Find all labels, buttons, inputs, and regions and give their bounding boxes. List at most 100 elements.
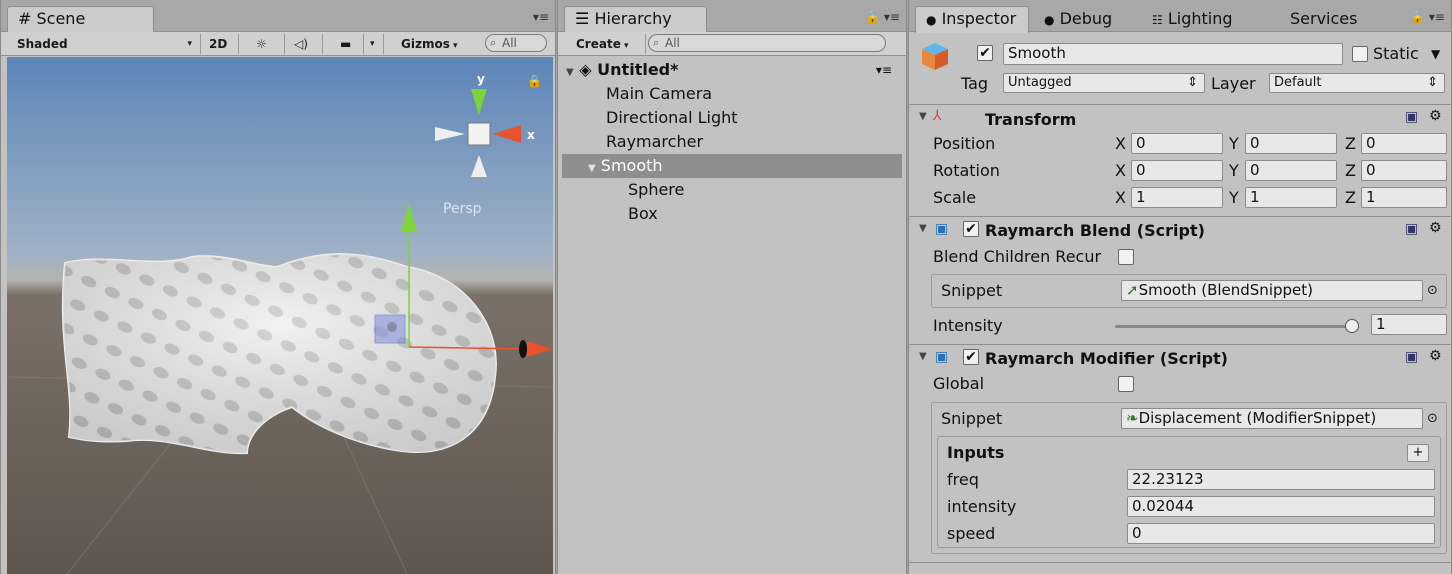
object-name-input[interactable]: Smooth: [1003, 43, 1343, 65]
intensity-label: Intensity: [933, 316, 1003, 335]
hierarchy-lock-menu-icon[interactable]: 🔒 ▾≡: [865, 10, 900, 24]
expand-arrow-icon: ▼: [588, 163, 596, 174]
position-x-field[interactable]: 0: [1131, 133, 1223, 154]
static-checkbox[interactable]: [1352, 46, 1368, 62]
hierarchy-item-main-camera[interactable]: Main Camera: [562, 82, 902, 106]
expand-arrow-icon: ▼: [566, 67, 574, 78]
help-icon[interactable]: ▣: [1405, 221, 1418, 237]
tab-scene[interactable]: # Scene: [7, 6, 154, 33]
modifier-enabled-checkbox[interactable]: ✔: [963, 349, 979, 365]
blend-children-checkbox[interactable]: [1118, 249, 1134, 265]
scene-search-input[interactable]: All: [485, 34, 547, 52]
rotation-z-field[interactable]: 0: [1361, 160, 1447, 181]
add-input-button[interactable]: +: [1407, 444, 1429, 462]
modifier-snippet-label: Snippet: [941, 409, 1003, 428]
info-icon: ●: [1044, 13, 1055, 27]
rotation-y-field[interactable]: 0: [1245, 160, 1337, 181]
intensity-slider-track[interactable]: [1115, 325, 1359, 328]
effects-toggle-icon[interactable]: ▬: [334, 34, 364, 54]
foldout-arrow-icon: ▼: [919, 111, 927, 122]
foldout-arrow-icon: ▼: [919, 351, 927, 362]
gameobject-cube-icon: [919, 40, 951, 72]
grid-icon: #: [18, 9, 32, 28]
inspector-lock-menu-icon[interactable]: 🔒 ▾≡: [1410, 10, 1445, 24]
position-label: Position: [933, 134, 996, 153]
input-value-intensity[interactable]: 0.02044: [1127, 496, 1435, 517]
raymarch-modifier-header[interactable]: ▼ ▣ ✔ Raymarch Modifier (Script) ▣ ⚙: [909, 344, 1451, 370]
gizmos-dropdown[interactable]: Gizmos ▾: [395, 34, 479, 54]
scale-y-field[interactable]: 1: [1245, 187, 1337, 208]
position-y-field[interactable]: 0: [1245, 133, 1337, 154]
scene-panel: # Scene ▾≡ Shaded ▾ 2D ☼ ◁) ▬ ▾ Gizmos ▾…: [0, 0, 556, 574]
inputs-label: Inputs: [947, 443, 1005, 462]
hierarchy-icon: ☰: [575, 9, 590, 28]
settings-gear-icon[interactable]: ⚙: [1429, 348, 1442, 364]
blend-enabled-checkbox[interactable]: ✔: [963, 221, 979, 237]
component-divider: [909, 562, 1451, 563]
hierarchy-item-box[interactable]: Box: [562, 202, 902, 226]
foldout-arrow-icon: ▼: [919, 223, 927, 234]
input-name: intensity: [947, 497, 1017, 516]
persp-label: Persp: [443, 201, 482, 217]
raymarch-blend-header[interactable]: ▼ ▣ ✔ Raymarch Blend (Script) ▣ ⚙: [909, 216, 1451, 242]
snippet-asset-icon: ❧: [1126, 409, 1139, 427]
scene-menu-icon[interactable]: ▾≡: [876, 58, 892, 82]
settings-gear-icon[interactable]: ⚙: [1429, 220, 1442, 236]
script-icon: ▣: [935, 221, 949, 237]
settings-gear-icon[interactable]: ⚙: [1429, 108, 1442, 124]
scene-toolbar: Shaded ▾ 2D ☼ ◁) ▬ ▾ Gizmos ▾ All: [1, 32, 555, 56]
static-label: Static: [1373, 44, 1419, 63]
mode-2d-button[interactable]: 2D: [203, 34, 239, 54]
scene-view-render: y x 🔒 Persp: [7, 72, 553, 574]
tab-hierarchy[interactable]: ☰ Hierarchy: [564, 6, 707, 33]
effects-dropdown-icon[interactable]: ▾: [364, 34, 384, 54]
orientation-gizmo: y x: [435, 72, 535, 177]
tab-lighting[interactable]: ☷ Lighting: [1141, 6, 1265, 33]
tab-debug[interactable]: ● Debug: [1033, 6, 1133, 33]
intensity-slider-thumb[interactable]: [1345, 319, 1359, 333]
panel-menu-icon[interactable]: ▾≡: [533, 10, 549, 24]
hierarchy-item-smooth[interactable]: ▼ Smooth: [562, 154, 902, 178]
hierarchy-panel: ☰ Hierarchy 🔒 ▾≡ Create ▾ All ▼ ◈ Untitl…: [557, 0, 907, 574]
dropdown-arrow-icon: ▾: [187, 39, 192, 49]
create-dropdown[interactable]: Create ▾: [570, 34, 646, 54]
object-picker-icon[interactable]: ⊙: [1427, 409, 1438, 429]
rotation-x-field[interactable]: 0: [1131, 160, 1223, 181]
scale-x-field[interactable]: 1: [1131, 187, 1223, 208]
scene-viewport[interactable]: y x 🔒 Persp: [7, 57, 553, 574]
help-icon[interactable]: ▣: [1405, 349, 1418, 365]
blend-snippet-field[interactable]: ➚Smooth (BlendSnippet): [1121, 280, 1423, 301]
hierarchy-item-directional-light[interactable]: Directional Light: [562, 106, 902, 130]
layer-dropdown[interactable]: Default ⇕: [1269, 73, 1445, 93]
hierarchy-search-input[interactable]: All: [648, 34, 886, 52]
hierarchy-item-sphere[interactable]: Sphere: [562, 178, 902, 202]
lighting-toggle-icon[interactable]: ☼: [250, 34, 285, 54]
global-checkbox[interactable]: [1118, 376, 1134, 392]
input-value-freq[interactable]: 22.23123: [1127, 469, 1435, 490]
position-z-field[interactable]: 0: [1361, 133, 1447, 154]
script-icon: ▣: [935, 349, 949, 365]
input-value-speed[interactable]: 0: [1127, 523, 1435, 544]
static-dropdown-icon[interactable]: ▼: [1431, 44, 1440, 64]
hierarchy-tabbar: ☰ Hierarchy 🔒 ▾≡: [558, 0, 906, 33]
audio-toggle-icon[interactable]: ◁): [288, 34, 323, 54]
help-icon[interactable]: ▣: [1405, 109, 1418, 125]
object-picker-icon[interactable]: ⊙: [1427, 281, 1438, 301]
hierarchy-item-raymarcher[interactable]: Raymarcher: [562, 130, 902, 154]
tab-inspector[interactable]: ● Inspector: [915, 6, 1029, 33]
active-checkbox[interactable]: ✔: [977, 45, 993, 61]
lock-icon: 🔒: [527, 74, 542, 88]
modifier-snippet-field[interactable]: ❧Displacement (ModifierSnippet): [1121, 408, 1423, 429]
tab-services[interactable]: Services: [1279, 6, 1379, 33]
intensity-field[interactable]: 1: [1371, 314, 1447, 335]
unity-scene-icon: ◈: [579, 60, 592, 79]
transform-header[interactable]: ▼ ⅄ Transform ▣ ⚙: [909, 104, 1451, 130]
shading-dropdown[interactable]: Shaded ▾: [11, 34, 201, 54]
tag-label: Tag: [961, 74, 989, 93]
scene-root-item[interactable]: ▼ ◈ Untitled* ▾≡: [562, 58, 902, 82]
inspector-panel: ● Inspector ● Debug ☷ Lighting Services …: [908, 0, 1452, 574]
scale-z-field[interactable]: 1: [1361, 187, 1447, 208]
snippet-asset-icon: ➚: [1126, 281, 1139, 299]
transform-icon: ⅄: [933, 108, 942, 124]
tag-dropdown[interactable]: Untagged ⇕: [1003, 73, 1205, 93]
